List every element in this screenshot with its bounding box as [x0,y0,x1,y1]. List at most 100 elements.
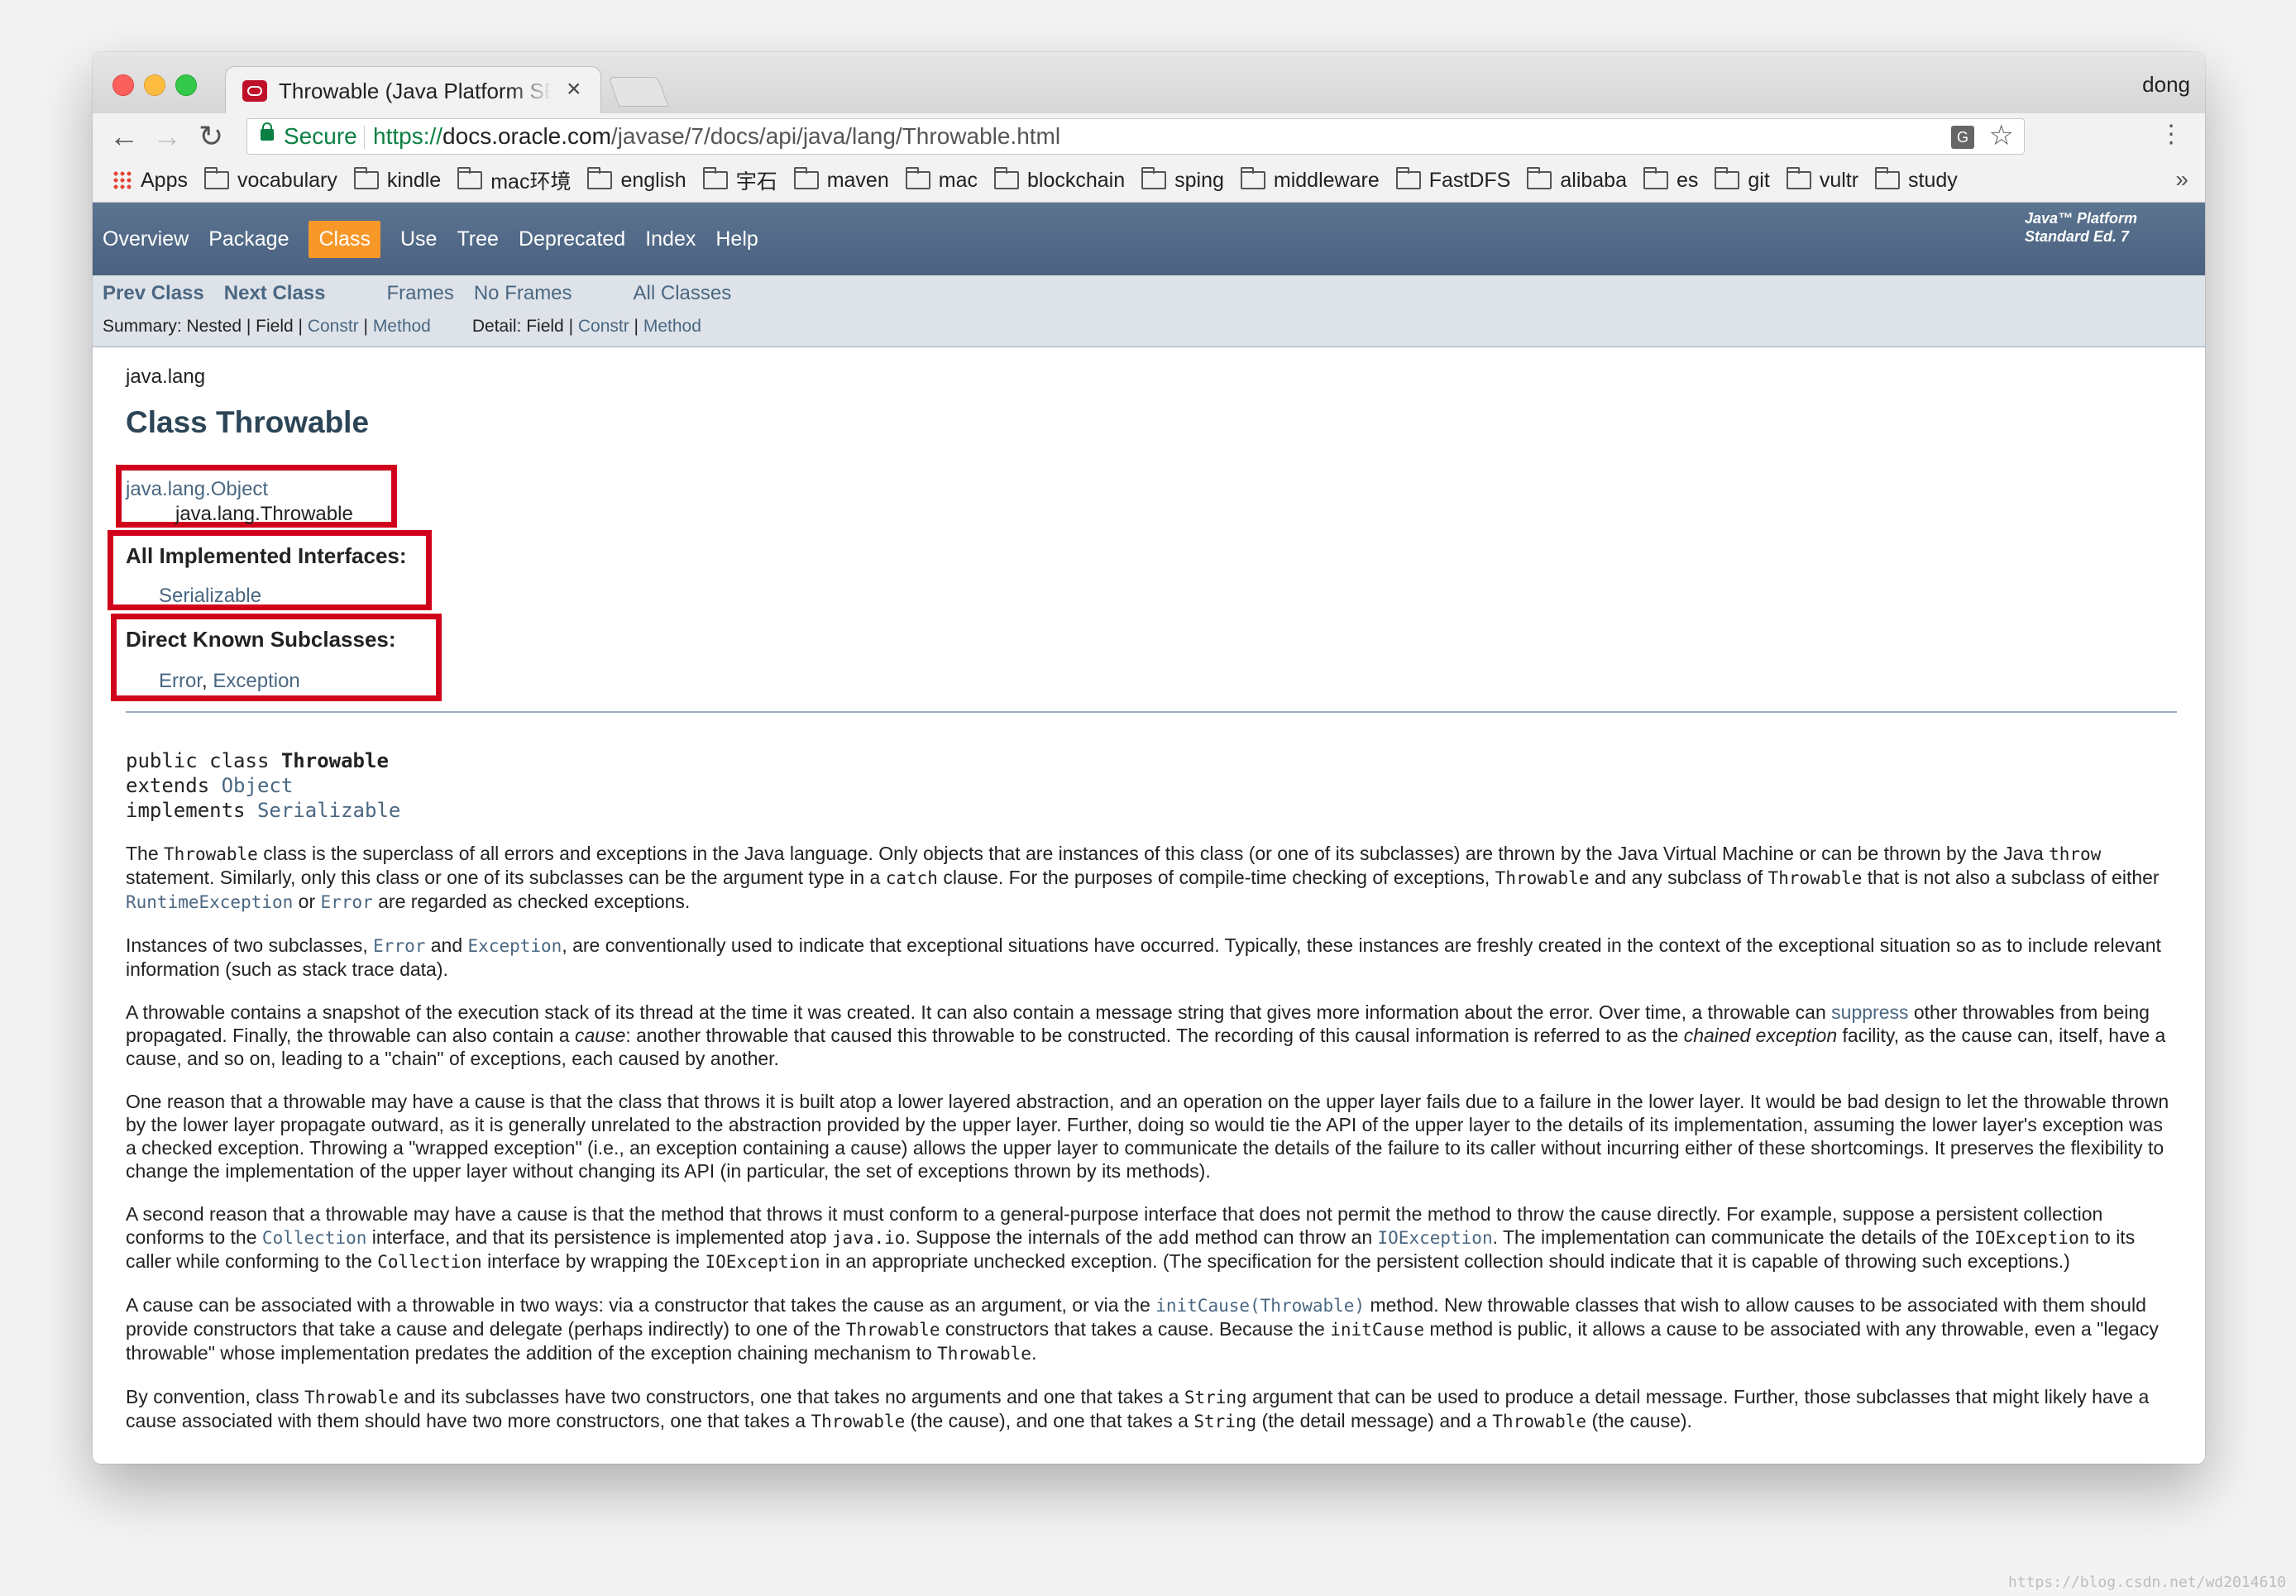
bookmark-folder[interactable]: kindle [353,167,441,193]
bookmarks-overflow-icon[interactable]: » [2175,166,2188,193]
text: (the detail message) and a [1256,1410,1493,1431]
nav-package[interactable]: Package [208,222,289,256]
nav-help[interactable]: Help [715,222,758,256]
bookmark-folder[interactable]: FastDFS [1395,167,1510,193]
code: Throwable [1495,868,1590,888]
profile-name[interactable]: dong [2142,72,2190,98]
bookmark-folder[interactable]: sping [1141,167,1224,193]
bookmark-folder[interactable]: study [1875,167,1958,193]
subclass-error-link[interactable]: Error [159,670,202,692]
new-tab-button[interactable] [608,77,669,107]
javadoc-top-nav: Overview Package Class Use Tree Deprecat… [93,203,2205,275]
text: and its subclasses have two constructors… [398,1386,1184,1407]
bookmark-folder[interactable]: maven [793,167,889,193]
nav-overview[interactable]: Overview [103,222,189,256]
bookmark-star-icon[interactable]: ☆ [1989,119,2014,152]
folder-icon [1527,167,1552,189]
next-class-link[interactable]: Next Class [224,282,326,305]
highlight-box-interfaces [108,530,432,610]
translate-icon[interactable]: G [1951,126,1974,149]
nav-use[interactable]: Use [400,222,437,256]
tab-close-icon[interactable]: × [567,75,581,103]
text: Instances of two subclasses, [126,934,374,956]
url-text[interactable]: https://docs.oracle.com/javase/7/docs/ap… [373,123,1060,150]
title-bar: Throwable (Java Platform SE 7 × dong [93,52,2205,113]
back-arrow-icon[interactable]: ← [109,120,139,153]
folder-icon [1395,167,1421,189]
bookmark-folder[interactable]: english [587,167,686,193]
bookmark-folder[interactable]: blockchain [993,167,1125,193]
interfaces-list: Serializable [159,585,261,608]
decl-line-1-prefix: public class [126,749,281,772]
interface-serializable-link[interactable]: Serializable [159,585,261,607]
detail-constr-link[interactable]: Constr [578,317,629,336]
browser-menu-icon[interactable]: ⋮ [2159,120,2184,150]
text: (the cause), and one that takes a [905,1410,1194,1431]
address-bar[interactable]: Secure https://docs.oracle.com/javase/7/… [246,118,2025,155]
package-name: java.lang [126,366,206,388]
exception-link[interactable]: Exception [468,936,562,956]
bookmark-label: git [1748,168,1770,192]
text: and any subclass of [1589,867,1768,888]
summary-prefix: Summary: Nested | Field | [103,317,308,336]
description-paragraph: A second reason that a throwable may hav… [126,1202,2177,1273]
description-paragraph: One reason that a throwable may have a c… [126,1091,2169,1182]
error-link[interactable]: Error [321,892,373,912]
frames-link[interactable]: Frames [387,282,454,305]
detail-method-link[interactable]: Method [643,317,701,336]
bookmark-label: alibaba [1560,168,1627,192]
no-frames-link[interactable]: No Frames [474,282,572,305]
subclass-exception-link[interactable]: Exception [213,670,299,692]
folder-icon [905,167,930,189]
text: . The implementation can communicate the… [1492,1226,1975,1248]
bookmark-folder[interactable]: mac环境 [457,165,571,195]
page-title: Class Throwable [126,405,370,439]
bookmark-label: 宇石 [735,170,777,194]
lock-icon [261,122,274,141]
oracle-favicon-icon [242,80,267,102]
bookmark-folder[interactable]: middleware [1240,167,1380,193]
summary-method-link[interactable]: Method [373,317,431,336]
window-minimize-button[interactable] [144,74,165,96]
browser-tab-active[interactable]: Throwable (Java Platform SE 7 × [225,66,601,113]
bookmark-folder[interactable]: alibaba [1527,167,1627,193]
window-close-button[interactable] [112,74,134,96]
error-link[interactable]: Error [373,936,425,956]
bookmark-folder[interactable]: vultr [1786,167,1858,193]
bookmark-folder[interactable]: vocabulary [203,167,337,193]
nav-tree[interactable]: Tree [457,222,498,256]
initcause-link[interactable]: initCause(Throwable) [1155,1296,1365,1316]
forward-arrow-icon[interactable]: → [152,120,182,153]
bookmark-folder[interactable]: git [1715,167,1770,193]
nav-class-active[interactable]: Class [309,221,380,258]
bookmark-folder[interactable]: 宇石 [702,165,777,195]
bookmark-folder[interactable]: es [1643,167,1698,193]
decl-implements-link[interactable]: Serializable [257,799,400,822]
url-scheme: https:// [373,123,443,149]
bookmark-folder[interactable]: mac [905,167,978,193]
prev-class-link[interactable]: Prev Class [103,282,204,305]
suppress-link[interactable]: suppress [1831,1001,1908,1023]
decl-extends-link[interactable]: Object [222,774,294,797]
reload-icon[interactable]: ↻ [199,120,223,153]
platform-label: Java™ Platform Standard Ed. 7 [2025,209,2165,246]
bookmark-label: sping [1174,168,1224,192]
code: Throwable [937,1344,1031,1364]
code: add [1158,1228,1189,1248]
summary-constr-link[interactable]: Constr [308,317,359,336]
bookmark-apps[interactable]: Apps [112,169,188,193]
bookmark-label: study [1908,168,1958,192]
inheritance-object-link[interactable]: java.lang.Object [126,477,353,502]
all-classes-link[interactable]: All Classes [634,282,732,305]
nav-deprecated[interactable]: Deprecated [519,222,625,256]
collection-link[interactable]: Collection [262,1228,366,1248]
ioexception-link[interactable]: IOException [1378,1228,1493,1248]
folder-icon [1240,167,1265,189]
platform-line-1: Java™ Platform [2025,210,2138,227]
nav-index[interactable]: Index [645,222,696,256]
runtimeexception-link[interactable]: RuntimeException [126,892,293,912]
emphasis: cause [574,1025,626,1046]
window-maximize-button[interactable] [175,74,197,96]
code: String [1193,1412,1257,1431]
bookmark-label: middleware [1273,168,1380,192]
